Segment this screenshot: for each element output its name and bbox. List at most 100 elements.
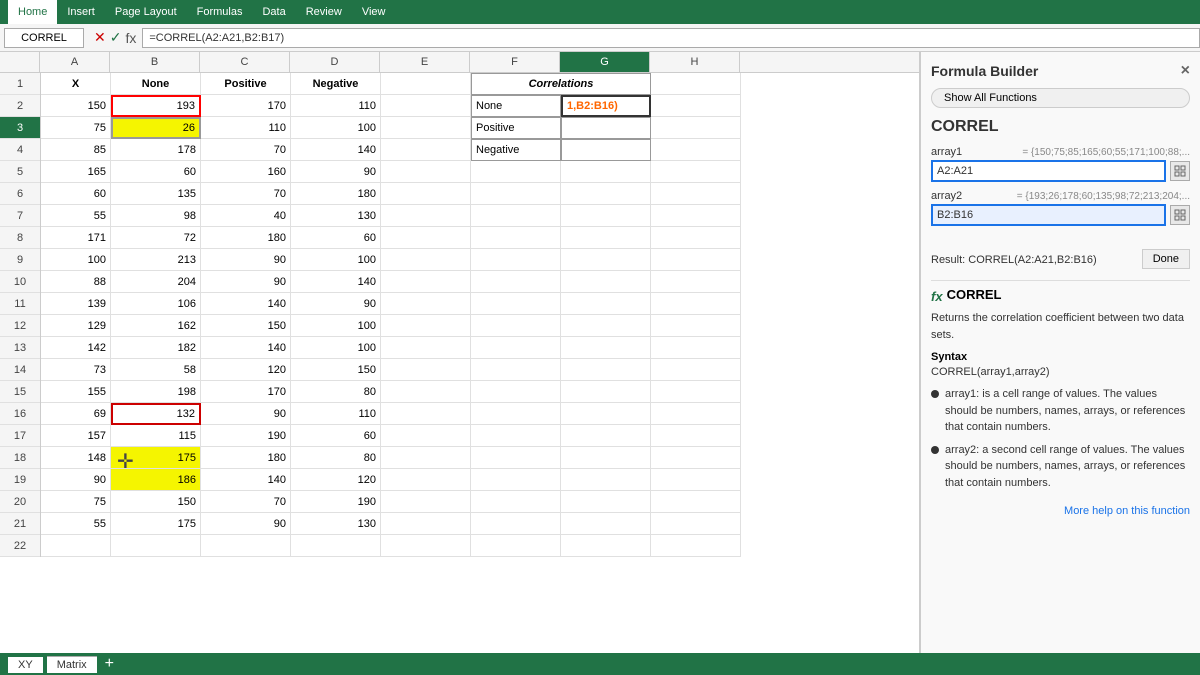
cell-a21[interactable]: 55	[41, 513, 111, 535]
cell-g7[interactable]	[561, 205, 651, 227]
cell-a10[interactable]: 88	[41, 271, 111, 293]
cell-g6[interactable]	[561, 183, 651, 205]
cell-f15[interactable]	[471, 381, 561, 403]
cell-a6[interactable]: 60	[41, 183, 111, 205]
ribbon-tab-insert[interactable]: Insert	[57, 0, 105, 24]
cell-a19[interactable]: 90	[41, 469, 111, 491]
row-num-19[interactable]: 19	[0, 469, 40, 491]
cell-g2-value[interactable]: 1,B2:B16)	[561, 95, 651, 117]
cell-c20[interactable]: 70	[201, 491, 291, 513]
row-num-12[interactable]: 12	[0, 315, 40, 337]
cell-h8[interactable]	[651, 227, 741, 249]
cell-e12[interactable]	[381, 315, 471, 337]
cell-h19[interactable]	[651, 469, 741, 491]
cell-h9[interactable]	[651, 249, 741, 271]
cell-c12[interactable]: 150	[201, 315, 291, 337]
cell-d1[interactable]: Negative	[291, 73, 381, 95]
cell-f7[interactable]	[471, 205, 561, 227]
cell-c6[interactable]: 70	[201, 183, 291, 205]
cell-f16[interactable]	[471, 403, 561, 425]
row-num-17[interactable]: 17	[0, 425, 40, 447]
cell-a14[interactable]: 73	[41, 359, 111, 381]
cell-f5[interactable]	[471, 161, 561, 183]
cell-a17[interactable]: 157	[41, 425, 111, 447]
row-num-2[interactable]: 2	[0, 95, 40, 117]
cell-a18[interactable]: 148	[41, 447, 111, 469]
cell-e13[interactable]	[381, 337, 471, 359]
cell-f10[interactable]	[471, 271, 561, 293]
row-num-4[interactable]: 4	[0, 139, 40, 161]
cell-h18[interactable]	[651, 447, 741, 469]
cell-f20[interactable]	[471, 491, 561, 513]
cell-e6[interactable]	[381, 183, 471, 205]
col-header-c[interactable]: C	[200, 52, 290, 72]
cell-c5[interactable]: 160	[201, 161, 291, 183]
cell-e18[interactable]	[381, 447, 471, 469]
cell-b8[interactable]: 72	[111, 227, 201, 249]
param-array1-grid-icon[interactable]	[1170, 161, 1190, 181]
cell-d13[interactable]: 100	[291, 337, 381, 359]
show-all-functions-button[interactable]: Show All Functions	[931, 88, 1190, 108]
cell-d2[interactable]: 110	[291, 95, 381, 117]
cell-d11[interactable]: 90	[291, 293, 381, 315]
cell-g8[interactable]	[561, 227, 651, 249]
cell-g18[interactable]	[561, 447, 651, 469]
more-help-link[interactable]: More help on this function	[931, 505, 1190, 517]
row-num-10[interactable]: 10	[0, 271, 40, 293]
row-num-6[interactable]: 6	[0, 183, 40, 205]
cell-c3[interactable]: 110	[201, 117, 291, 139]
cell-g11[interactable]	[561, 293, 651, 315]
cell-a8[interactable]: 171	[41, 227, 111, 249]
cell-h6[interactable]	[651, 183, 741, 205]
cell-f11[interactable]	[471, 293, 561, 315]
cell-d15[interactable]: 80	[291, 381, 381, 403]
cell-e16[interactable]	[381, 403, 471, 425]
cell-g5[interactable]	[561, 161, 651, 183]
cell-d20[interactable]: 190	[291, 491, 381, 513]
cell-b20[interactable]: 150	[111, 491, 201, 513]
cell-a12[interactable]: 129	[41, 315, 111, 337]
cell-b12[interactable]: 162	[111, 315, 201, 337]
cell-c13[interactable]: 140	[201, 337, 291, 359]
col-header-e[interactable]: E	[380, 52, 470, 72]
cell-b17[interactable]: 115	[111, 425, 201, 447]
cell-c19[interactable]: 140	[201, 469, 291, 491]
cell-e1[interactable]	[381, 73, 471, 95]
cell-b3[interactable]: 26	[111, 117, 201, 139]
row-num-21[interactable]: 21	[0, 513, 40, 535]
row-num-3[interactable]: 3	[0, 117, 40, 139]
cell-g14[interactable]	[561, 359, 651, 381]
cell-h7[interactable]	[651, 205, 741, 227]
cell-h21[interactable]	[651, 513, 741, 535]
cell-e10[interactable]	[381, 271, 471, 293]
cell-f14[interactable]	[471, 359, 561, 381]
sheet-tab-xy[interactable]: XY	[8, 655, 43, 673]
cell-h10[interactable]	[651, 271, 741, 293]
col-header-d[interactable]: D	[290, 52, 380, 72]
cell-a11[interactable]: 139	[41, 293, 111, 315]
cell-h3[interactable]	[651, 117, 741, 139]
row-num-18[interactable]: 18	[0, 447, 40, 469]
cell-e5[interactable]	[381, 161, 471, 183]
cell-g19[interactable]	[561, 469, 651, 491]
cell-f2-none[interactable]: None	[471, 95, 561, 117]
col-header-a[interactable]: A	[40, 52, 110, 72]
cell-e22[interactable]	[381, 535, 471, 557]
cell-a7[interactable]: 55	[41, 205, 111, 227]
cell-h15[interactable]	[651, 381, 741, 403]
cell-d22[interactable]	[291, 535, 381, 557]
cell-e20[interactable]	[381, 491, 471, 513]
cell-d18[interactable]: 80	[291, 447, 381, 469]
cell-b2[interactable]: 193	[111, 95, 201, 117]
col-header-g[interactable]: G	[560, 52, 650, 72]
cell-h16[interactable]	[651, 403, 741, 425]
cell-h22[interactable]	[651, 535, 741, 557]
row-num-11[interactable]: 11	[0, 293, 40, 315]
cell-c21[interactable]: 90	[201, 513, 291, 535]
cell-b15[interactable]: 198	[111, 381, 201, 403]
cell-d14[interactable]: 150	[291, 359, 381, 381]
add-sheet-button[interactable]: +	[105, 655, 114, 673]
name-box[interactable]: CORREL	[4, 28, 84, 48]
cell-f22[interactable]	[471, 535, 561, 557]
cell-d19[interactable]: 120	[291, 469, 381, 491]
